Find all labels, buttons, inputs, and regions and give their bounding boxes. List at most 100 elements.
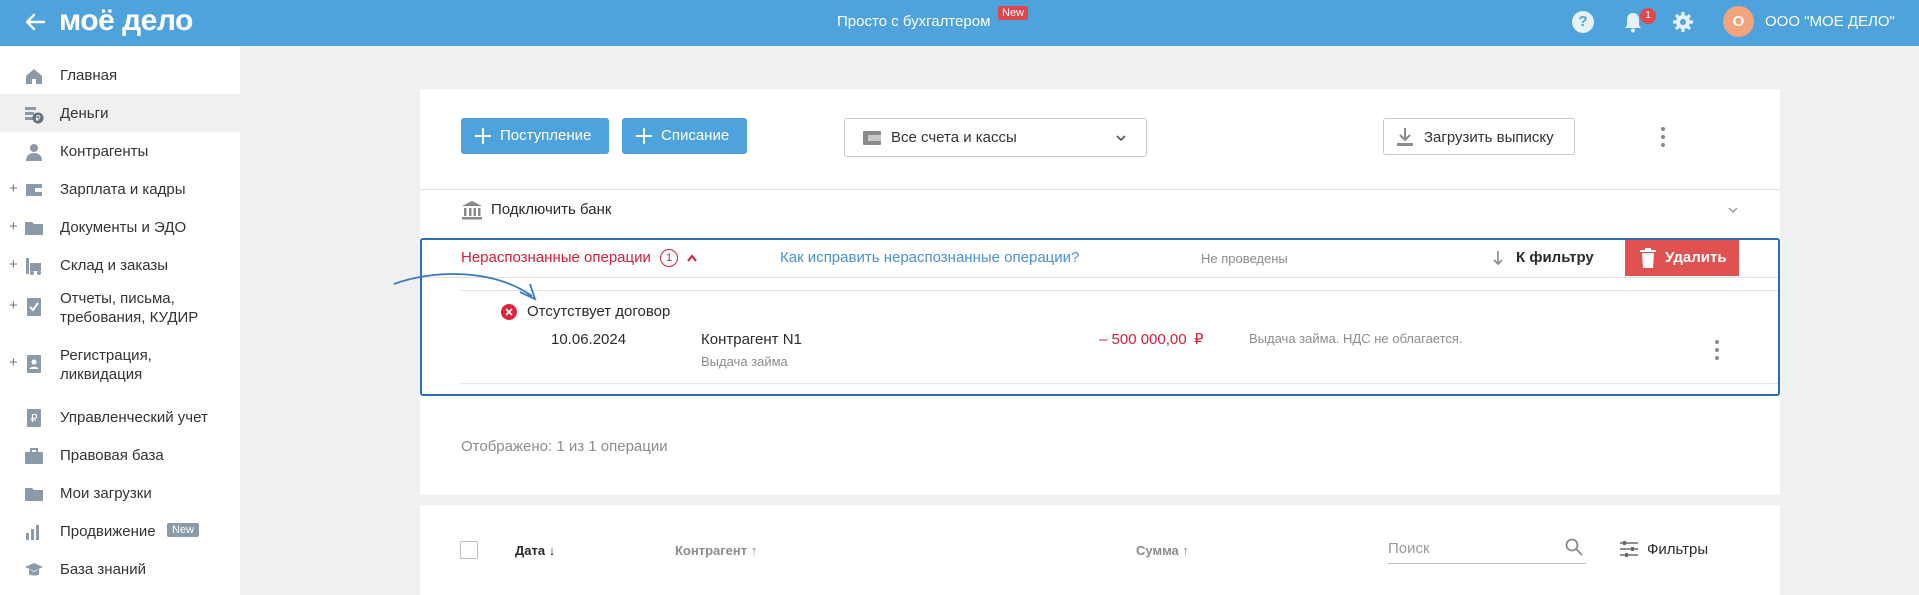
column-date-label: Дата	[515, 543, 546, 558]
sidebar-item-label: Контрагенты	[60, 143, 149, 160]
folder-icon	[25, 222, 43, 235]
sidebar-item-label-line2: ликвидация	[60, 366, 143, 383]
expand-plus-icon[interactable]: +	[9, 180, 18, 198]
accountant-link[interactable]: Просто с бухгалтером	[837, 13, 990, 30]
shown-count-text: Отображено: 1 из 1 операции	[461, 438, 668, 455]
divider	[461, 383, 1778, 384]
sidebar-item-warehouse[interactable]: + Склад и заказы	[0, 246, 240, 284]
home-icon	[26, 69, 42, 84]
app-logo[interactable]: моё дело	[59, 4, 193, 38]
expand-plus-icon[interactable]: +	[9, 297, 18, 315]
unrecognized-title[interactable]: Нераспознанные операции	[461, 249, 651, 267]
sidebar-item-label: Правовая база	[60, 447, 164, 464]
briefcase-icon	[25, 448, 43, 464]
upload-statement-label: Загрузить выписку	[1424, 129, 1554, 146]
help-fix-link[interactable]: Как исправить нераспознанные операции?	[780, 249, 1079, 267]
unrecognized-count-badge: 1	[660, 249, 678, 267]
status-not-posted: Не проведены	[1201, 251, 1288, 266]
connect-bank-link[interactable]: Подключить банк	[491, 201, 611, 219]
sidebar-item-legal[interactable]: Правовая база	[0, 436, 240, 474]
operation-contractor[interactable]: Контрагент N1	[701, 331, 802, 349]
bank-icon	[462, 201, 482, 220]
sidebar-item-label: Склад и заказы	[60, 257, 169, 274]
expand-plus-icon[interactable]: +	[9, 354, 18, 372]
sort-up-icon: ↑	[750, 543, 758, 558]
sidebar-item-contractors[interactable]: Контрагенты	[0, 132, 240, 170]
arrow-down-icon	[1493, 251, 1503, 266]
currency-icon: ₽	[1194, 331, 1204, 348]
sidebar-item-reports[interactable]: + Отчеты, письма, требования, КУДИР	[0, 287, 240, 326]
operation-purpose: Выдача займа	[701, 354, 788, 369]
expand-plus-icon[interactable]: +	[9, 218, 18, 236]
help-icon[interactable]: ?	[1572, 11, 1594, 33]
registration-icon	[27, 355, 41, 373]
svg-text:₽: ₽	[31, 412, 38, 425]
expand-plus-icon[interactable]: +	[9, 256, 18, 274]
accounts-select-value: Все счета и кассы	[891, 129, 1017, 146]
sidebar-item-promotion[interactable]: Продвижение New	[0, 512, 240, 550]
search-icon[interactable]	[1565, 538, 1583, 556]
contractor-icon	[26, 144, 42, 161]
sidebar-item-money[interactable]: ₽ Деньги	[0, 94, 240, 132]
top-bar: моё дело Просто с бухгалтером New ? 1 О …	[0, 0, 1919, 46]
sidebar-item-label: Документы и ЭДО	[60, 219, 187, 236]
sidebar-item-management[interactable]: ₽ Управленческий учет	[0, 398, 240, 436]
sidebar-item-downloads[interactable]: Мои загрузки	[0, 474, 240, 512]
filters-button[interactable]: Фильтры	[1647, 541, 1708, 559]
chevron-down-icon	[1116, 135, 1126, 142]
select-all-checkbox[interactable]	[460, 541, 478, 559]
wallet-icon	[863, 131, 881, 145]
sidebar-item-documents[interactable]: + Документы и ЭДО	[0, 208, 240, 246]
accounts-select[interactable]: Все счета и кассы	[844, 118, 1147, 157]
svg-text:₽: ₽	[35, 114, 40, 123]
chevron-down-icon[interactable]	[1727, 204, 1739, 216]
warehouse-icon	[26, 258, 41, 275]
sidebar-item-salary[interactable]: + Зарплата и кадры	[0, 170, 240, 208]
annotation-arrow-icon	[393, 273, 537, 301]
promotion-icon	[26, 525, 39, 540]
add-income-label: Поступление	[500, 127, 592, 144]
sidebar-item-knowledge[interactable]: База знаний	[0, 550, 240, 588]
add-income-button[interactable]: Поступление	[461, 118, 609, 154]
money-icon: ₽	[25, 107, 44, 124]
management-icon: ₽	[27, 409, 41, 427]
sidebar-item-label-line1: Отчеты, письма,	[60, 290, 175, 307]
downloads-folder-icon	[25, 488, 43, 501]
column-contractor[interactable]: Контрагент ↑	[675, 543, 757, 558]
sort-down-icon: ↓	[548, 543, 556, 558]
chevron-up-icon[interactable]	[686, 253, 698, 263]
sidebar-item-home[interactable]: Главная	[0, 56, 240, 94]
error-icon	[501, 304, 517, 320]
column-amount[interactable]: Сумма ↑	[1136, 543, 1189, 558]
trash-icon	[1640, 248, 1656, 268]
knowledge-icon	[25, 563, 43, 576]
plus-icon	[475, 128, 491, 144]
error-missing-contract: Отсутствует договор	[527, 303, 671, 320]
operation-description: Выдача займа. НДС не облагается.	[1249, 331, 1463, 346]
filters-icon	[1620, 541, 1638, 557]
search-input[interactable]	[1388, 534, 1586, 564]
column-date[interactable]: Дата ↓	[515, 543, 555, 558]
sidebar-item-registration[interactable]: + Регистрация, ликвидация	[0, 344, 240, 383]
row-more-menu-icon[interactable]	[1714, 340, 1720, 362]
settings-gear-icon[interactable]	[1671, 10, 1695, 34]
reports-icon	[27, 298, 41, 316]
sidebar-item-label: Мои загрузки	[60, 485, 152, 502]
new-badge: New	[998, 6, 1029, 20]
sidebar-item-label: Продвижение	[60, 523, 156, 540]
notification-count-badge: 1	[1640, 8, 1656, 24]
delete-button[interactable]: Удалить	[1625, 240, 1739, 276]
organization-name[interactable]: ООО "МОЕ ДЕЛО"	[1765, 13, 1895, 30]
upload-statement-button[interactable]: Загрузить выписку	[1383, 118, 1575, 155]
back-arrow-icon[interactable]	[22, 9, 48, 35]
new-badge: New	[167, 523, 200, 537]
avatar[interactable]: О	[1723, 6, 1754, 37]
more-menu-icon[interactable]	[1660, 127, 1666, 149]
column-contractor-label: Контрагент	[675, 543, 748, 558]
operation-date: 10.06.2024	[551, 331, 627, 348]
add-expense-button[interactable]: Списание	[622, 118, 747, 154]
divider	[461, 290, 1778, 291]
column-amount-label: Сумма	[1136, 543, 1179, 558]
to-filter-button[interactable]: К фильтру	[1516, 249, 1594, 267]
sort-up-icon: ↑	[1182, 543, 1189, 558]
